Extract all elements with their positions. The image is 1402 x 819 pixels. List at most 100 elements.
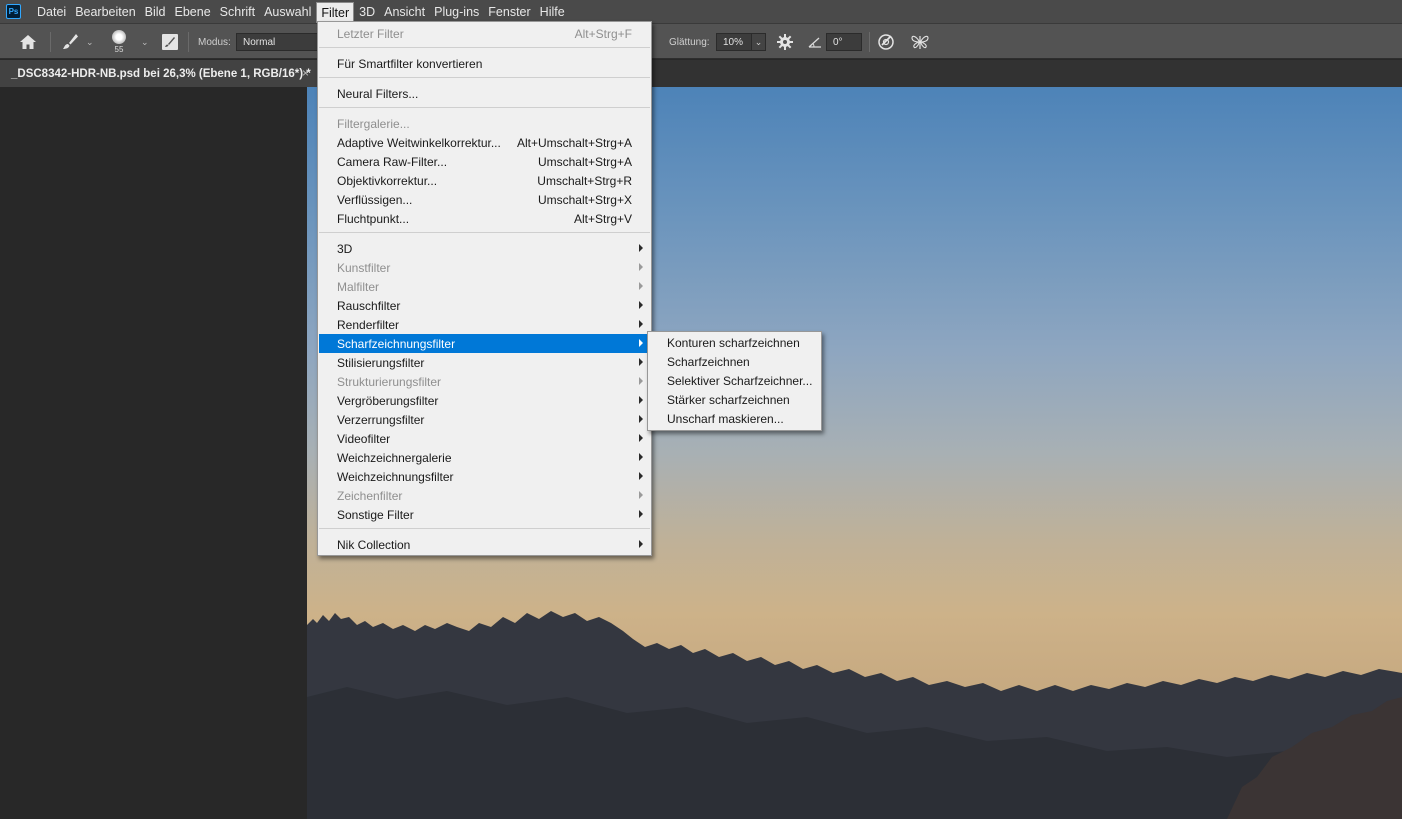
settings-gear-icon [777,34,793,50]
menu-bearbeiten[interactable]: Bearbeiten [71,0,139,23]
brush-settings-toggle-icon [162,34,178,50]
menu-bild[interactable]: Bild [141,0,170,23]
menu-item-label: 3D [337,241,353,256]
menu-item-shortcut: Alt+Umschalt+Strg+A [516,135,632,150]
menu-separator [319,107,650,108]
tool-preset-picker[interactable]: ⌄ [60,24,94,60]
options-bar: ⌄ 55 ⌄ Modus: Normal Glättung: 10% ⌄ 0° [0,23,1402,59]
submenu-arrow-icon [639,453,643,461]
submenu-nik-collection[interactable]: Nik Collection [319,535,650,554]
submenu-scharfzeichnungsfilter[interactable]: Scharfzeichnungsfilter [319,334,650,353]
mode-select[interactable]: Normal [236,33,318,51]
brush-preset-picker[interactable]: 55 [112,24,126,60]
submenu-item-sharpen-edges[interactable]: Konturen scharfzeichnen [649,333,820,352]
menu-ebene[interactable]: Ebene [171,0,215,23]
smoothing-input[interactable]: 10% [716,33,752,51]
menu-item-camera-raw[interactable]: Camera Raw-Filter... Umschalt+Strg+A [319,152,650,171]
smoothing-dropdown[interactable]: ⌄ [752,33,766,51]
menu-item-label: Für Smartfilter konvertieren [337,56,483,71]
menu-item-label: Weichzeichnergalerie [337,450,452,465]
submenu-arrow-icon [639,358,643,366]
close-icon[interactable]: × [302,66,309,80]
menu-item-smart-filter[interactable]: Für Smartfilter konvertieren [319,54,650,73]
menu-item-adaptive-wide-angle[interactable]: Adaptive Weitwinkelkorrektur... Alt+Umsc… [319,133,650,152]
menu-item-neural-filters[interactable]: Neural Filters... [319,84,650,103]
submenu-verzerrungsfilter[interactable]: Verzerrungsfilter [319,410,650,429]
submenu-arrow-icon [639,540,643,548]
brush-settings-toggle[interactable] [161,24,179,60]
brush-preset-dropdown[interactable]: ⌄ [141,24,149,60]
submenu-arrow-icon [639,434,643,442]
separator [50,32,51,52]
menu-fenster[interactable]: Fenster [484,0,534,23]
menu-item-label: Malfilter [337,279,380,294]
pressure-button[interactable] [877,24,895,60]
menu-ansicht[interactable]: Ansicht [380,0,429,23]
menu-separator [319,232,650,233]
submenu-arrow-icon [639,282,643,290]
separator [188,32,189,52]
submenu-item-sharpen[interactable]: Scharfzeichnen [649,352,820,371]
menu-item-label: Kunstfilter [337,260,391,275]
smoothing-label: Glättung: [669,36,710,48]
submenu-item-sharpen-more[interactable]: Stärker scharfzeichnen [649,390,820,409]
photoshop-logo-icon[interactable]: Ps [6,4,21,19]
submenu-item-unsharp-mask[interactable]: Unscharf maskieren... [649,409,820,428]
submenu-arrow-icon [639,320,643,328]
menu-item-label: Stilisierungsfilter [337,355,425,370]
menu-item-liquify[interactable]: Verflüssigen... Umschalt+Strg+X [319,190,650,209]
brush-preset-icon [112,30,126,44]
menu-schrift[interactable]: Schrift [216,0,259,23]
submenu-videofilter[interactable]: Videofilter [319,429,650,448]
menu-item-label: Vergröberungsfilter [337,393,439,408]
submenu-sonstige-filter[interactable]: Sonstige Filter [319,505,650,524]
menu-item-label: Sonstige Filter [337,507,414,522]
menu-filter[interactable]: Filter [316,2,355,23]
submenu-arrow-icon [639,472,643,480]
home-button[interactable] [18,24,38,60]
menu-item-label: Rauschfilter [337,298,401,313]
submenu-rauschfilter[interactable]: Rauschfilter [319,296,650,315]
submenu-weichzeichnergalerie[interactable]: Weichzeichnergalerie [319,448,650,467]
submenu-zeichenfilter[interactable]: Zeichenfilter [319,486,650,505]
menu-item-shortcut: Alt+Strg+F [574,26,632,41]
pressure-icon [878,34,894,50]
symmetry-button[interactable] [910,24,930,60]
submenu-kunstfilter[interactable]: Kunstfilter [319,258,650,277]
menu-item-vanishing-point[interactable]: Fluchtpunkt... Alt+Strg+V [319,209,650,228]
menu-plugins[interactable]: Plug-ins [430,0,483,23]
menu-item-label: Renderfilter [337,317,400,332]
menu-item-label: Filtergalerie... [337,116,410,131]
menu-auswahl[interactable]: Auswahl [260,0,315,23]
chevron-down-icon: ⌄ [141,36,149,47]
submenu-3d[interactable]: 3D [319,239,650,258]
document-tab[interactable]: _DSC8342-HDR-NB.psd bei 26,3% (Ebene 1, … [0,60,318,87]
menu-3d[interactable]: 3D [355,0,379,23]
menu-item-shortcut: Alt+Strg+V [573,211,632,226]
menu-item-lens-correction[interactable]: Objektivkorrektur... Umschalt+Strg+R [319,171,650,190]
submenu-item-smart-sharpen[interactable]: Selektiver Scharfzeichner... [649,371,820,390]
menu-separator [319,77,650,78]
menu-item-label: Scharfzeichnungsfilter [337,336,456,351]
submenu-arrow-icon [639,491,643,499]
submenu-renderfilter[interactable]: Renderfilter [319,315,650,334]
menu-item-filter-gallery[interactable]: Filtergalerie... [319,114,650,133]
submenu-stilisierungsfilter[interactable]: Stilisierungsfilter [319,353,650,372]
smoothing-settings-button[interactable] [776,24,794,60]
menu-item-label: Nik Collection [337,537,411,552]
menu-item-last-filter[interactable]: Letzter Filter Alt+Strg+F [319,24,650,43]
menu-datei[interactable]: Datei [33,0,70,23]
menu-item-shortcut: Umschalt+Strg+X [537,192,632,207]
brush-size-value: 55 [114,45,124,54]
symmetry-icon [911,35,929,49]
submenu-vergroeberungsfilter[interactable]: Vergröberungsfilter [319,391,650,410]
menu-item-label: Weichzeichnungsfilter [337,469,454,484]
submenu-malfilter[interactable]: Malfilter [319,277,650,296]
submenu-weichzeichnungsfilter[interactable]: Weichzeichnungsfilter [319,467,650,486]
sharpen-submenu: Konturen scharfzeichnen Scharfzeichnen S… [647,331,822,431]
submenu-strukturierungsfilter[interactable]: Strukturierungsfilter [319,372,650,391]
menu-hilfe[interactable]: Hilfe [536,0,569,23]
submenu-arrow-icon [639,301,643,309]
document-tab-bar: _DSC8342-HDR-NB.psd bei 26,3% (Ebene 1, … [0,60,1402,87]
angle-input[interactable]: 0° [826,33,862,51]
